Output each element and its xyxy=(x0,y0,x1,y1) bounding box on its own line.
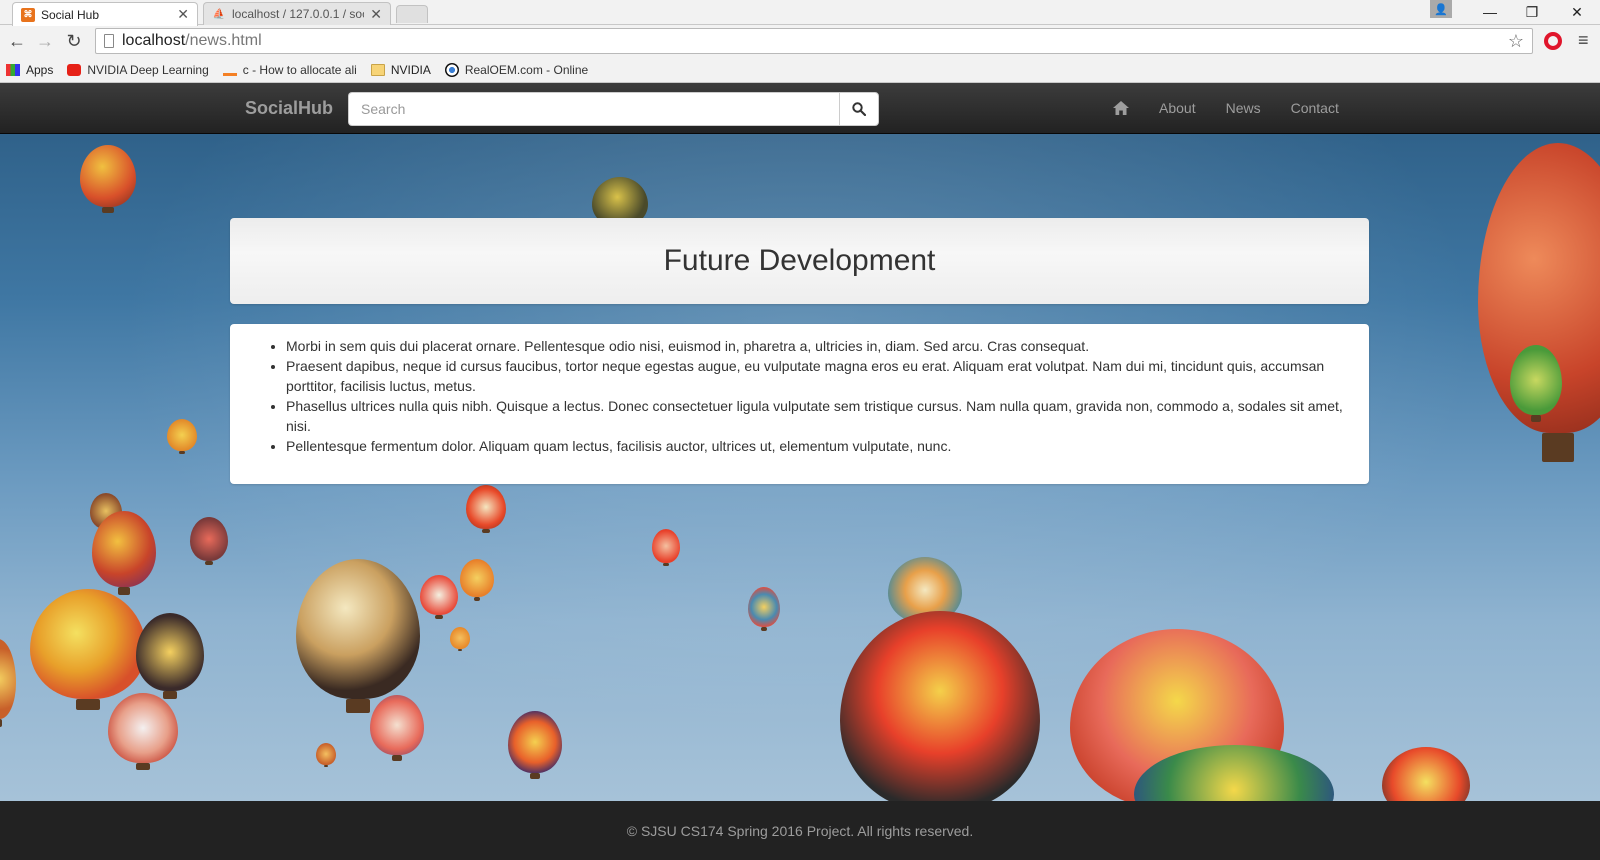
bookmark-label: c - How to allocate ali xyxy=(242,62,357,77)
balloon-image xyxy=(80,145,136,214)
list-item: Morbi in sem quis dui placerat ornare. P… xyxy=(286,336,1349,356)
page-icon xyxy=(104,34,114,48)
search-form xyxy=(348,92,879,126)
opera-extension-icon[interactable] xyxy=(1544,32,1562,50)
bookmark-folder-nvidia[interactable]: NVIDIA xyxy=(370,62,431,77)
balloon-image xyxy=(1510,345,1562,422)
bookmark-label: Apps xyxy=(26,62,54,77)
profile-icon[interactable]: 👤 xyxy=(1430,0,1452,18)
nav-about[interactable]: About xyxy=(1144,83,1211,133)
apps-icon xyxy=(6,63,20,76)
balloon-image xyxy=(460,559,494,601)
list-item: Pellentesque fermentum dolor. Aliquam qu… xyxy=(286,436,1349,456)
balloon-image xyxy=(420,575,458,619)
balloon-image xyxy=(167,419,197,455)
bookmarks-bar: Apps NVIDIA Deep Learning c - How to all… xyxy=(0,57,1600,83)
nav-contact[interactable]: Contact xyxy=(1276,83,1354,133)
bookmark-realoem[interactable]: RealOEM.com - Online xyxy=(444,62,589,77)
tab-bar: ⌘ Social Hub ✕ ⛵ localhost / 127.0.0.1 /… xyxy=(0,0,1600,26)
close-window-button[interactable]: ✕ xyxy=(1554,0,1600,24)
tab-phpmyadmin[interactable]: ⛵ localhost / 127.0.0.1 / soc ✕ xyxy=(203,2,391,25)
search-button[interactable] xyxy=(839,92,879,126)
socialhub-favicon-icon: ⌘ xyxy=(21,7,35,22)
phpmyadmin-favicon-icon: ⛵ xyxy=(212,8,226,20)
heading-panel: Future Development xyxy=(230,218,1369,304)
search-input[interactable] xyxy=(348,92,839,126)
search-icon xyxy=(852,102,866,116)
bookmark-star-icon[interactable]: ☆ xyxy=(1508,31,1524,52)
balloon-image xyxy=(108,693,178,770)
back-arrow-icon[interactable]: ← xyxy=(6,30,28,52)
news-panel: Morbi in sem quis dui placerat ornare. P… xyxy=(230,324,1369,484)
footer-text: © SJSU CS174 Spring 2016 Project. All ri… xyxy=(626,822,974,839)
balloon-image xyxy=(466,485,506,534)
balloon-image xyxy=(296,559,420,713)
brand-logo[interactable]: SocialHub xyxy=(245,98,333,119)
url-host: localhost xyxy=(122,32,186,49)
bookmark-label: NVIDIA Deep Learning xyxy=(87,62,209,77)
balloon-image xyxy=(652,529,680,567)
forward-arrow-icon[interactable]: → xyxy=(34,30,56,52)
menu-icon[interactable]: ≡ xyxy=(1578,30,1589,51)
bookmark-apps[interactable]: Apps xyxy=(6,63,53,77)
nav-links: About News Contact xyxy=(1108,83,1354,133)
reload-icon[interactable]: ↻ xyxy=(63,30,85,52)
site-footer: © SJSU CS174 Spring 2016 Project. All ri… xyxy=(0,801,1600,860)
balloon-image xyxy=(316,743,336,768)
url-path: /news.html xyxy=(185,32,262,49)
nav-home[interactable] xyxy=(1108,83,1144,133)
bookmark-label: RealOEM.com - Online xyxy=(464,62,589,77)
web-page: SocialHub About News Contact Future Deve… xyxy=(0,83,1600,860)
site-navbar: SocialHub About News Contact xyxy=(0,83,1600,134)
stackoverflow-icon xyxy=(222,64,237,76)
tab-social-hub[interactable]: ⌘ Social Hub ✕ xyxy=(12,2,198,26)
list-item: Phasellus ultrices nulla quis nibh. Quis… xyxy=(286,396,1349,436)
tab-title: Social Hub xyxy=(41,7,100,22)
balloon-image xyxy=(508,711,562,780)
page-title: Future Development xyxy=(663,244,936,277)
bookmark-nvidia-deep-learning[interactable]: NVIDIA Deep Learning xyxy=(67,62,209,77)
balloon-image xyxy=(92,511,156,595)
bmw-icon xyxy=(444,62,459,77)
balloon-image xyxy=(30,589,146,710)
close-tab-icon[interactable]: ✕ xyxy=(370,6,382,23)
balloon-image xyxy=(450,627,470,652)
balloon-image xyxy=(840,611,1040,831)
minimize-button[interactable]: — xyxy=(1470,0,1510,24)
restore-button[interactable]: ❐ xyxy=(1510,0,1554,24)
close-tab-icon[interactable]: ✕ xyxy=(177,6,189,23)
folder-icon xyxy=(370,63,385,76)
bookmark-stackoverflow[interactable]: c - How to allocate ali xyxy=(222,62,357,77)
address-bar[interactable]: localhost/news.html ☆ xyxy=(95,28,1533,54)
tab-title: localhost / 127.0.0.1 / soc xyxy=(232,7,365,21)
news-list: Morbi in sem quis dui placerat ornare. P… xyxy=(266,336,1349,456)
bookmark-label: NVIDIA xyxy=(390,62,431,77)
nav-news[interactable]: News xyxy=(1211,83,1276,133)
youtube-icon xyxy=(67,63,82,76)
balloon-image xyxy=(370,695,424,761)
home-icon xyxy=(1113,101,1129,115)
browser-toolbar: ← → ↻ localhost/news.html ☆ ≡ xyxy=(0,25,1600,57)
balloon-image xyxy=(748,587,780,631)
balloon-image xyxy=(190,517,228,566)
balloon-image xyxy=(0,639,16,727)
list-item: Praesent dapibus, neque id cursus faucib… xyxy=(286,356,1349,396)
new-tab-button[interactable] xyxy=(396,5,428,23)
balloon-image xyxy=(136,613,204,699)
